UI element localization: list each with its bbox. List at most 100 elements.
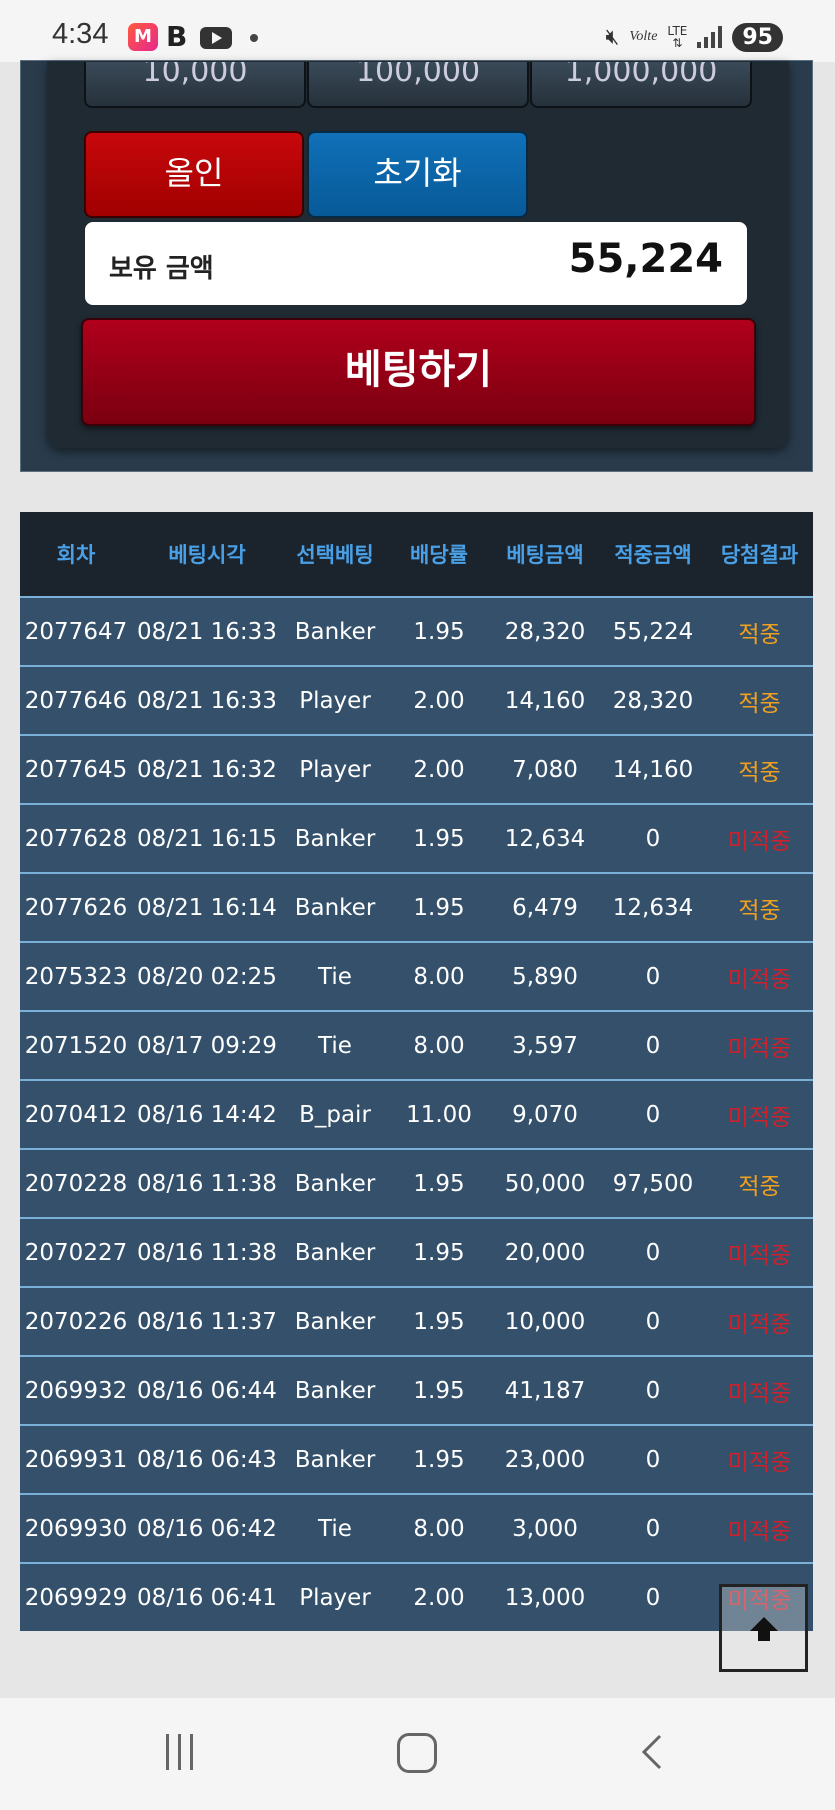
cell-odds: 2.00 [388,665,490,735]
battery-indicator: 95 [732,22,783,52]
chip-100000-button[interactable]: 100,000 [307,62,529,108]
cell-win-amount: 0 [600,1217,706,1287]
header-selection: 선택베팅 [282,512,388,597]
header-round: 회차 [20,512,132,597]
cell-win-amount: 0 [600,1286,706,1356]
status-right-group: 🔇︎ Volte LTE ⇅ 95 [606,20,783,54]
cell-odds: 1.95 [388,1355,490,1425]
cell-bet-amount: 12,634 [490,803,600,873]
table-row: 2069929 08/16 06:41 Player 2.00 13,000 0 미적중 [20,1562,813,1631]
cell-round: 2077646 [20,665,132,735]
table-row: 2077626 08/21 16:14 Banker 1.95 6,479 12,634 적… [20,872,813,942]
m-app-icon: M [128,23,158,51]
table-row: 2077647 08/21 16:33 Banker 1.95 28,320 55,224… [20,596,813,666]
chip-10000-button[interactable]: 10,000 [84,62,306,108]
cell-bet-time: 08/16 11:37 [132,1286,282,1356]
cell-selection: Tie [282,1493,388,1563]
scroll-to-top-button[interactable] [719,1584,808,1672]
chip-1000000-button[interactable]: 1,000,000 [530,62,752,108]
cell-bet-time: 08/16 14:42 [132,1079,282,1149]
table-row: 2069932 08/16 06:44 Banker 1.95 41,187 0 미적중 [20,1355,813,1425]
cell-selection: Player [282,734,388,804]
table-row: 2077628 08/21 16:15 Banker 1.95 12,634 0 미적중 [20,803,813,873]
table-row: 2075323 08/20 02:25 Tie 8.00 5,890 0 미적중 [20,941,813,1011]
cell-round: 2070228 [20,1148,132,1218]
header-bet-amount: 베팅금액 [490,512,600,597]
cell-odds: 2.00 [388,734,490,804]
cell-result: 미적중 [706,1010,813,1080]
cell-win-amount: 0 [600,1493,706,1563]
cell-bet-time: 08/17 09:29 [132,1010,282,1080]
back-icon[interactable] [636,1734,672,1770]
mute-icon: 🔇︎ [605,24,620,50]
reset-button[interactable]: 초기화 [307,131,528,218]
cell-result: 적중 [706,1148,813,1218]
cell-win-amount: 0 [600,1562,706,1631]
cell-win-amount: 0 [600,941,706,1011]
cell-bet-time: 08/16 06:43 [132,1424,282,1494]
cell-bet-amount: 9,070 [490,1079,600,1149]
cell-round: 2069930 [20,1493,132,1563]
cell-win-amount: 97,500 [600,1148,706,1218]
cell-bet-amount: 3,597 [490,1010,600,1080]
cell-result: 미적중 [706,1355,813,1425]
cell-round: 2077628 [20,803,132,873]
cell-bet-amount: 23,000 [490,1424,600,1494]
cell-round: 2077645 [20,734,132,804]
balance-box: 보유 금액 55,224 [85,222,747,305]
cell-bet-amount: 13,000 [490,1562,600,1631]
cell-selection: Banker [282,596,388,666]
cell-bet-time: 08/16 06:42 [132,1493,282,1563]
home-icon[interactable] [397,1733,437,1773]
table-row: 2070412 08/16 14:42 B_pair 11.00 9,070 0 미적중 [20,1079,813,1149]
cell-odds: 1.95 [388,1217,490,1287]
bet-history-table: 회차 베팅시각 선택베팅 배당률 베팅금액 적중금액 당첨결과 2077647 0… [20,512,813,1631]
status-time: 4:34 [52,18,109,50]
header-bet-time: 베팅시각 [132,512,282,597]
cell-bet-amount: 6,479 [490,872,600,942]
all-in-button[interactable]: 올인 [84,131,304,218]
cell-win-amount: 0 [600,1355,706,1425]
cell-round: 2069932 [20,1355,132,1425]
volte-icon: Volte [629,29,658,44]
recent-apps-icon[interactable] [166,1734,202,1770]
cell-bet-time: 08/20 02:25 [132,941,282,1011]
cell-bet-time: 08/21 16:33 [132,665,282,735]
cell-selection: Player [282,665,388,735]
chip-label: 100,000 [355,62,481,89]
place-bet-button[interactable]: 베팅하기 [81,318,756,426]
cell-result: 적중 [706,734,813,804]
cell-odds: 8.00 [388,1493,490,1563]
cell-result: 적중 [706,596,813,666]
system-nav-bar [0,1698,835,1810]
cell-result: 미적중 [706,1424,813,1494]
cell-selection: Banker [282,1424,388,1494]
cell-bet-time: 08/21 16:15 [132,803,282,873]
cell-round: 2069929 [20,1562,132,1631]
cell-odds: 1.95 [388,803,490,873]
header-odds: 배당률 [388,512,490,597]
cell-result: 미적중 [706,1286,813,1356]
chip-label: 1,000,000 [564,62,718,89]
arrow-up-icon [750,1617,778,1641]
cell-bet-time: 08/21 16:33 [132,596,282,666]
chip-label: 10,000 [142,62,248,89]
cell-odds: 8.00 [388,1010,490,1080]
cell-bet-time: 08/16 11:38 [132,1148,282,1218]
cell-win-amount: 0 [600,1424,706,1494]
cell-odds: 1.95 [388,596,490,666]
cell-bet-time: 08/21 16:32 [132,734,282,804]
cell-selection: Banker [282,1355,388,1425]
table-body: 2077647 08/21 16:33 Banker 1.95 28,320 55,224… [20,596,813,1631]
cell-win-amount: 12,634 [600,872,706,942]
cell-bet-amount: 50,000 [490,1148,600,1218]
cell-selection: B_pair [282,1079,388,1149]
cell-bet-amount: 41,187 [490,1355,600,1425]
cell-bet-amount: 7,080 [490,734,600,804]
cell-odds: 2.00 [388,1562,490,1631]
cell-win-amount: 0 [600,803,706,873]
balance-value: 55,224 [568,236,723,282]
cell-round: 2077647 [20,596,132,666]
table-row: 2077645 08/21 16:32 Player 2.00 7,080 14,160 적… [20,734,813,804]
notification-dot-icon [250,34,258,42]
